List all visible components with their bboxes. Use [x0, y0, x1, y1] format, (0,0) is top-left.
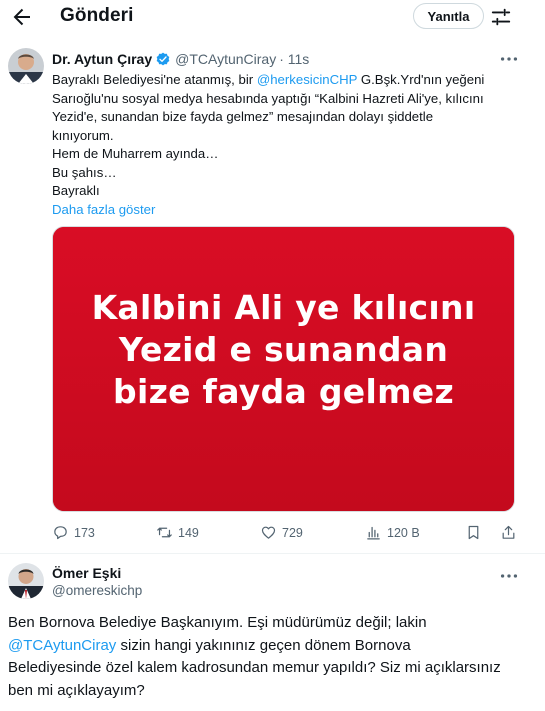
mention-link[interactable]: @herkesicinCHP	[257, 72, 357, 87]
tweet-text: Bayraklı Belediyesi'ne atanmış, bir @her…	[52, 71, 520, 219]
tweet-text: Ben Bornova Belediye Başkanıyım. Eşi müd…	[8, 612, 538, 702]
share-action[interactable]	[500, 524, 522, 541]
reply-icon	[54, 526, 67, 540]
reply-action[interactable]: 173	[52, 524, 95, 541]
image-text-line: Yezid e sunandan	[118, 330, 449, 369]
tweet-text-line: Sarıoğlu'nu sosyal medya hesabında yaptı…	[52, 90, 484, 106]
settings-sliders-icon[interactable]	[490, 6, 512, 28]
image-caption: Kalbini Ali ye kılıcını Yezid e sunandan…	[53, 287, 514, 413]
retweet-count: 149	[178, 525, 199, 540]
image-text-line: Kalbini Ali ye kılıcını	[91, 288, 476, 327]
author-row: Dr. Aytun Çıray @TCAytunCiray · 11s	[52, 51, 309, 67]
verified-badge-icon	[156, 52, 170, 66]
more-icon[interactable]	[498, 48, 520, 70]
avatar[interactable]	[8, 563, 44, 599]
tweet-actions: 173 149 729 120 B	[52, 524, 520, 546]
bookmark-icon	[468, 525, 479, 540]
mention-link[interactable]: @TCAytunCiray	[8, 637, 116, 654]
tweet-text-line: Belediyesinde özel kalem kadrosundan mem…	[8, 659, 501, 676]
page-title: Gönderi	[60, 5, 134, 26]
share-icon	[502, 525, 515, 539]
tweet-text-line: Ben Bornova Belediye Başkanıyım. Eşi müd…	[8, 614, 427, 631]
tweet-text-line: Yezid'e, sunandan bize fayda gelmez” mes…	[52, 109, 434, 124]
tweet-divider	[0, 553, 545, 554]
tweet-text-line: Bu şahıs…	[52, 164, 117, 180]
views-count: 120 B	[387, 525, 420, 540]
top-bar: Gönderi Yanıtla	[0, 0, 545, 34]
image-text-line: bize fayda gelmez	[113, 372, 454, 411]
tweet-time[interactable]: · 11s	[279, 51, 309, 67]
avatar[interactable]	[8, 48, 44, 84]
tweet-text-line: @TCAytunCiray sizin hangi yakınınız geçe…	[8, 636, 411, 654]
tweet-text-line: Hem de Muharrem ayında…	[52, 146, 219, 161]
tweet-text-line: Bayraklı Belediyesi'ne atanmış, bir @her…	[52, 72, 485, 87]
tweet-image[interactable]: Kalbini Ali ye kılıcını Yezid e sunandan…	[52, 226, 515, 512]
tweet-text-line: Bayraklı	[52, 183, 100, 198]
show-more-link[interactable]: Daha fazla göster	[52, 201, 520, 220]
back-arrow-icon[interactable]	[10, 5, 34, 29]
bookmark-action[interactable]	[465, 524, 487, 541]
reply-count: 173	[74, 525, 95, 540]
views-icon	[367, 526, 380, 540]
like-action[interactable]: 729	[260, 524, 303, 541]
retweet-action[interactable]: 149	[156, 524, 199, 541]
author-handle[interactable]: @omereskichp	[52, 583, 142, 598]
like-icon	[261, 526, 276, 539]
reply-button[interactable]: Yanıtla	[413, 3, 484, 29]
views-action[interactable]: 120 B	[365, 524, 420, 541]
like-count: 729	[282, 525, 303, 540]
tweet-text-line: ben mi açıklayayım?	[8, 681, 145, 699]
tweet-text-line: kınıyorum.	[52, 127, 114, 143]
author-handle[interactable]: @TCAytunCiray	[175, 51, 276, 67]
author-name[interactable]: Dr. Aytun Çıray	[52, 51, 152, 67]
retweet-icon	[157, 527, 172, 538]
more-icon[interactable]	[498, 565, 520, 587]
author-name[interactable]: Ömer Eşki	[52, 565, 121, 581]
